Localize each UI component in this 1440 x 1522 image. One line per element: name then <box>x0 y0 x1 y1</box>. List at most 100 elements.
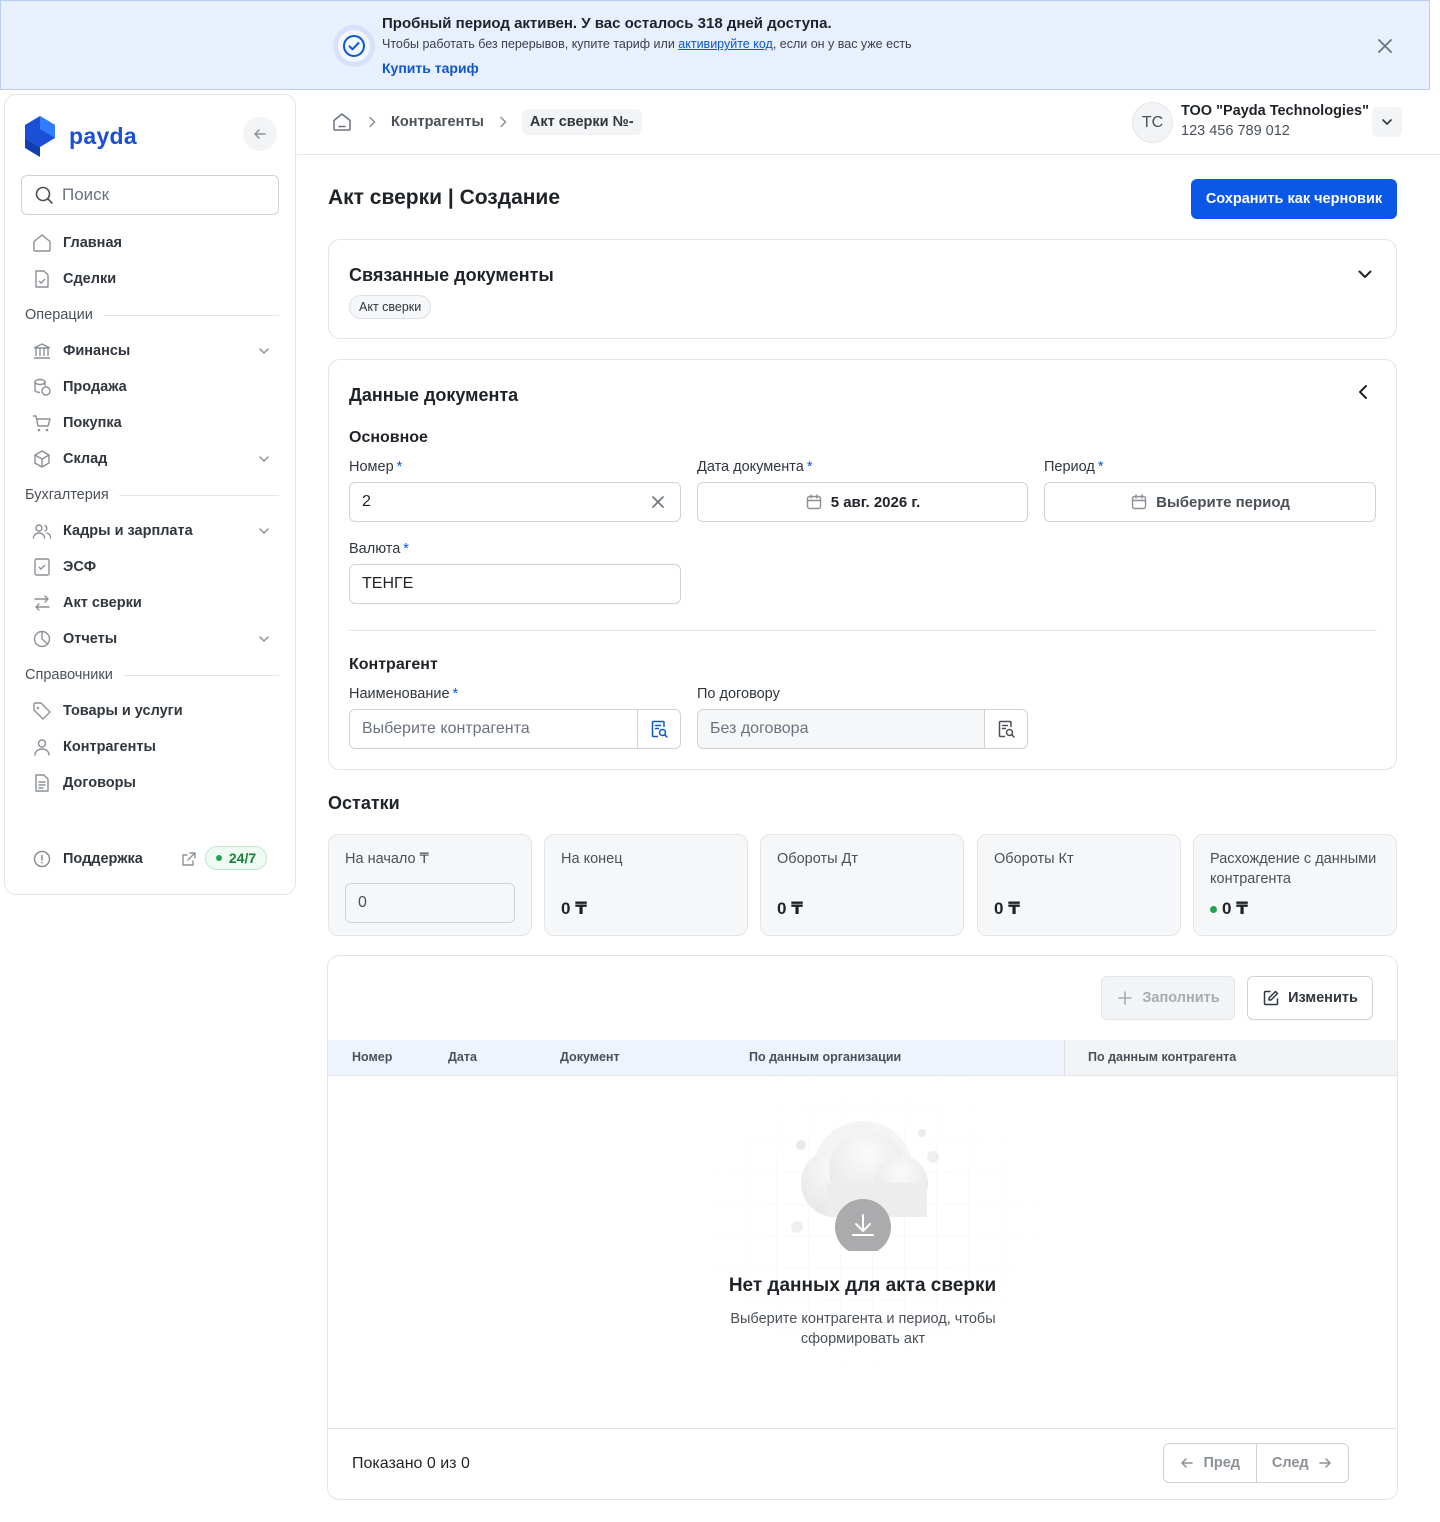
col-number[interactable]: Номер <box>352 1050 392 1064</box>
clear-icon[interactable] <box>650 494 666 510</box>
org-info[interactable]: ТОО "Payda Technologies" 123 456 789 012 <box>1181 103 1369 139</box>
logo[interactable]: payda <box>25 115 137 157</box>
contract-lookup-button[interactable] <box>984 710 1027 748</box>
sidebar-item[interactable]: Товары и услуги <box>25 693 279 729</box>
buy-plan-link[interactable]: Купить тариф <box>382 60 479 76</box>
arrows-icon <box>31 592 53 614</box>
sidebar-item-label: Кадры и зарплата <box>63 523 193 539</box>
sidebar-item-label: Отчеты <box>63 631 118 647</box>
chevron-down-icon[interactable] <box>257 524 271 538</box>
required-mark: * <box>806 459 813 475</box>
number-field[interactable]: 2 <box>349 482 681 522</box>
document-data-card: Данные документа Основное Номер * 2 Дата … <box>328 359 1397 770</box>
search-placeholder: Поиск <box>62 185 110 204</box>
counterparty-field[interactable]: Выберите контрагента <box>349 709 681 749</box>
org-dropdown-button[interactable] <box>1372 107 1402 137</box>
section-divider <box>118 494 279 496</box>
sidebar-item[interactable]: Сделки <box>25 261 279 297</box>
balance-card-debit: Обороты Дт 0 ₸ <box>760 834 964 936</box>
sidebar-item-label: Главная <box>63 235 122 251</box>
banner-text-before: Чтобы работать без перерывов, купите тар… <box>382 37 679 51</box>
section-divider <box>102 314 279 316</box>
contract-field[interactable]: Без договора <box>697 709 1028 749</box>
edit-icon <box>1263 990 1279 1006</box>
chevron-left-icon[interactable] <box>1356 383 1370 401</box>
col-counterparty-data[interactable]: По данным контрагента <box>1088 1050 1236 1064</box>
support-item[interactable]: Поддержка 24/7 <box>25 841 279 877</box>
search-input[interactable]: Поиск <box>21 175 279 215</box>
date-label: Дата документа * <box>697 459 813 475</box>
breadcrumb-counterparties[interactable]: Контрагенты <box>391 114 484 130</box>
sidebar-item[interactable]: Договоры <box>25 765 279 801</box>
doc-search-icon <box>998 720 1015 738</box>
chevron-down-icon[interactable] <box>257 452 271 466</box>
sidebar-item[interactable]: Акт сверки <box>25 585 279 621</box>
related-document-chip[interactable]: Акт сверки <box>349 295 432 319</box>
external-link-icon[interactable] <box>181 851 197 867</box>
balances-title: Остатки <box>328 793 400 813</box>
prev-page-button[interactable]: Пред <box>1164 1444 1257 1482</box>
sidebar-section-label: Операции <box>25 307 93 323</box>
balance-value: 0 ₸ <box>1210 899 1248 919</box>
sidebar-item-label: Товары и услуги <box>63 703 183 719</box>
save-draft-button[interactable]: Сохранить как черновик <box>1191 179 1397 219</box>
sidebar-item-label: Контрагенты <box>63 739 156 755</box>
sidebar-item[interactable]: Продажа <box>25 369 279 405</box>
chevron-down-icon[interactable] <box>257 632 271 646</box>
date-label-text: Дата документа <box>697 459 804 475</box>
number-label-text: Номер <box>349 459 394 475</box>
currency-value: ТЕНГЕ <box>362 575 414 592</box>
sidebar-item[interactable]: Склад <box>25 441 279 477</box>
banner-text-after: , если он у вас уже есть <box>772 37 912 51</box>
chevron-down-icon[interactable] <box>1356 265 1374 283</box>
banner-title: Пробный период активен. У вас осталось 3… <box>382 15 832 32</box>
counterparty-lookup-button[interactable] <box>637 710 680 748</box>
next-page-button[interactable]: След <box>1257 1444 1349 1482</box>
arrow-left-icon <box>1181 1458 1194 1468</box>
chevron-down-icon[interactable] <box>257 344 271 358</box>
avatar[interactable]: TC <box>1132 102 1173 143</box>
collapse-sidebar-button[interactable] <box>243 117 277 151</box>
edit-button[interactable]: Изменить <box>1247 976 1373 1020</box>
sidebar-item[interactable]: Финансы <box>25 333 279 369</box>
currency-field[interactable]: ТЕНГЕ <box>349 564 681 604</box>
date-value: 5 авг. 2026 г. <box>830 493 921 511</box>
sidebar-item[interactable]: Контрагенты <box>25 729 279 765</box>
sidebar-item[interactable]: Главная <box>25 225 279 261</box>
users-icon <box>31 520 53 542</box>
counterparty-section-title: Контрагент <box>349 656 438 673</box>
arrow-left-icon <box>254 129 266 139</box>
sidebar-item[interactable]: Покупка <box>25 405 279 441</box>
fill-button[interactable]: Заполнить <box>1101 976 1235 1020</box>
sidebar-item[interactable]: Кадры и зарплата <box>25 513 279 549</box>
sidebar-item-label: Финансы <box>63 343 131 359</box>
period-field[interactable]: Выберите период <box>1044 482 1376 522</box>
related-documents-card: Связанные документы Акт сверки <box>328 239 1397 339</box>
sidebar-item-label: Сделки <box>63 271 117 287</box>
plus-icon <box>1118 991 1133 1005</box>
table-header: Номер Дата Документ По данным организаци… <box>328 1040 1397 1076</box>
col-document[interactable]: Документ <box>560 1050 620 1064</box>
home-icon[interactable] <box>331 111 353 133</box>
close-icon[interactable] <box>1375 36 1395 56</box>
sidebar-item-label: Продажа <box>63 379 127 395</box>
org-id: 123 456 789 012 <box>1181 123 1290 139</box>
sidebar-section: Бухгалтерия <box>25 477 279 513</box>
tag-icon <box>31 700 53 722</box>
edit-button-label: Изменить <box>1288 990 1358 1006</box>
balance-value: 0 ₸ <box>777 899 804 918</box>
currency-label-text: Валюта <box>349 541 401 557</box>
balance-label: Обороты Дт <box>777 851 859 867</box>
chevron-down-icon <box>1382 119 1392 126</box>
activate-code-link[interactable]: активируйте код <box>678 37 773 51</box>
period-placeholder: Выберите период <box>1156 493 1290 511</box>
sidebar-item[interactable]: ЭСФ <box>25 549 279 585</box>
sidebar-item[interactable]: Отчеты <box>25 621 279 657</box>
opening-balance-input[interactable]: 0 <box>345 883 515 923</box>
date-field[interactable]: 5 авг. 2026 г. <box>697 482 1028 522</box>
empty-title: Нет данных для акта сверки <box>728 1275 997 1296</box>
col-date[interactable]: Дата <box>448 1050 477 1064</box>
balance-value: 0 ₸ <box>561 899 588 918</box>
col-org-data[interactable]: По данным организации <box>749 1050 901 1064</box>
required-mark: * <box>1097 459 1104 475</box>
